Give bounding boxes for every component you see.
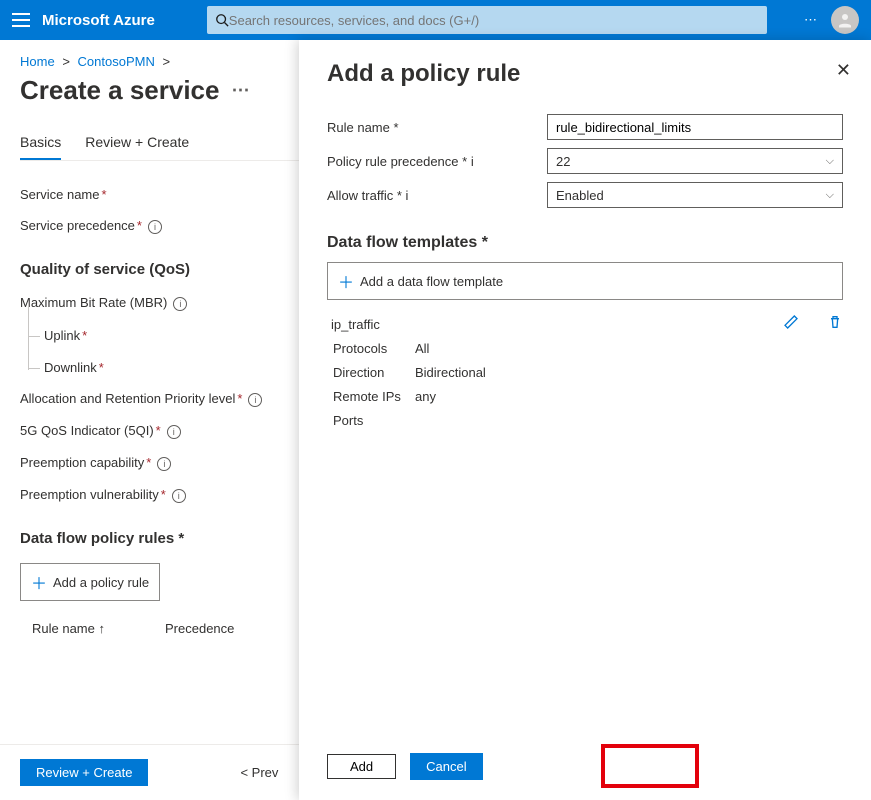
chevron-down-icon: ⌵ xyxy=(826,155,834,168)
dft-remote-label: Remote IPs xyxy=(333,386,413,408)
edit-icon[interactable] xyxy=(783,314,799,330)
label-uplink: Uplink xyxy=(44,328,80,343)
label-arp: Allocation and Retention Priority level xyxy=(20,391,235,406)
tab-basics[interactable]: Basics xyxy=(20,126,61,160)
page-title: Create a service xyxy=(20,75,219,106)
search-input[interactable] xyxy=(229,13,759,28)
label-rule-precedence: Policy rule precedence xyxy=(327,154,459,169)
panel-footer: Add Cancel xyxy=(327,737,843,780)
dft-protocols: All xyxy=(415,338,486,360)
tab-review[interactable]: Review + Create xyxy=(85,126,189,160)
avatar[interactable] xyxy=(831,6,859,34)
heading-dft: Data flow templates xyxy=(327,234,477,251)
dft-ports xyxy=(415,410,486,432)
label-service-precedence: Service precedence xyxy=(20,218,135,233)
cancel-button[interactable]: Cancel xyxy=(410,753,482,780)
close-icon[interactable]: ✕ xyxy=(836,60,851,81)
add-rule-panel: ✕ Add a policy rule Rule name * Policy r… xyxy=(299,40,871,800)
label-allow-traffic: Allow traffic xyxy=(327,188,393,203)
dft-direction: Bidirectional xyxy=(415,362,486,384)
info-icon[interactable]: i xyxy=(248,393,262,407)
dft-protocols-label: Protocols xyxy=(333,338,413,360)
dft-direction-label: Direction xyxy=(333,362,413,384)
info-icon[interactable]: i xyxy=(148,220,162,234)
more-icon[interactable]: ⋯ xyxy=(804,12,817,28)
col-precedence[interactable]: Precedence xyxy=(165,621,234,636)
page-more-icon[interactable]: ⋯ xyxy=(231,80,250,101)
panel-title: Add a policy rule xyxy=(327,60,843,88)
search-icon xyxy=(215,13,229,27)
breadcrumb-context[interactable]: ContosoPMN xyxy=(78,54,155,69)
add-dft-label: Add a data flow template xyxy=(360,274,503,289)
chevron-down-icon: ⌵ xyxy=(826,189,834,202)
dft-remote: any xyxy=(415,386,486,408)
label-5qi: 5G QoS Indicator (5QI) xyxy=(20,423,154,438)
brand-label: Microsoft Azure xyxy=(42,12,155,29)
global-search[interactable] xyxy=(207,6,767,34)
add-policy-rule-button[interactable]: ＋ Add a policy rule xyxy=(20,563,160,601)
label-preempt-cap: Preemption capability xyxy=(20,455,144,470)
person-icon xyxy=(836,11,854,29)
label-downlink: Downlink xyxy=(44,360,97,375)
rule-name-input[interactable] xyxy=(547,114,843,140)
label-mbr: Maximum Bit Rate (MBR) xyxy=(20,295,167,310)
info-icon[interactable]: i xyxy=(157,457,171,471)
label-rule-name: Rule name xyxy=(327,120,390,135)
dft-item: ip_traffic ProtocolsAll DirectionBidirec… xyxy=(327,314,843,434)
info-icon[interactable]: i xyxy=(406,188,409,203)
info-icon[interactable]: i xyxy=(167,425,181,439)
delete-icon[interactable] xyxy=(827,314,843,330)
precedence-dropdown[interactable]: 22⌵ xyxy=(547,148,843,174)
heading-rules: Data flow policy rules xyxy=(20,530,174,547)
allow-traffic-dropdown[interactable]: Enabled⌵ xyxy=(547,182,843,208)
label-service-name: Service name xyxy=(20,187,99,202)
info-icon[interactable]: i xyxy=(172,489,186,503)
info-icon[interactable]: i xyxy=(471,154,474,169)
breadcrumb-home[interactable]: Home xyxy=(20,54,55,69)
col-rule-name[interactable]: Rule name ↑ xyxy=(32,621,105,636)
review-create-button[interactable]: Review + Create xyxy=(20,759,148,786)
dft-name: ip_traffic xyxy=(331,314,843,336)
label-preempt-vul: Preemption vulnerability xyxy=(20,487,159,502)
prev-button[interactable]: < Prev xyxy=(224,759,294,786)
info-icon[interactable]: i xyxy=(173,297,187,311)
top-bar: Microsoft Azure ⋯ xyxy=(0,0,871,40)
dft-ports-label: Ports xyxy=(333,410,413,432)
add-button[interactable]: Add xyxy=(327,754,396,779)
add-policy-rule-label: Add a policy rule xyxy=(53,575,149,590)
hamburger-icon[interactable] xyxy=(12,13,30,27)
plus-icon: ＋ xyxy=(338,269,354,293)
plus-icon: ＋ xyxy=(31,570,47,594)
add-dft-button[interactable]: ＋ Add a data flow template xyxy=(327,262,843,300)
